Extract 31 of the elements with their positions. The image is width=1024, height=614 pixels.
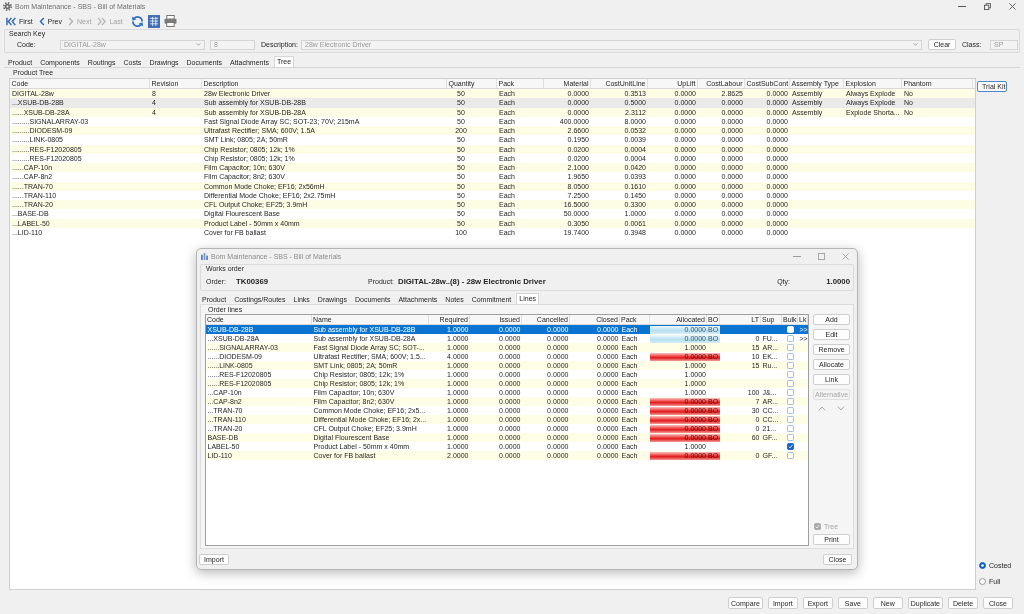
checkbox[interactable] [786, 434, 794, 441]
refresh-icon[interactable] [130, 14, 144, 28]
checkbox[interactable] [786, 443, 794, 450]
checkbox[interactable] [786, 407, 794, 414]
double-chevron-right-icon [97, 16, 107, 26]
chevron-right-icon [68, 16, 74, 26]
maximize-icon[interactable] [818, 252, 825, 260]
bar-chart-icon [201, 252, 208, 260]
restore-icon[interactable] [984, 3, 991, 10]
checkbox[interactable] [786, 371, 794, 378]
checkbox[interactable] [786, 389, 794, 396]
checkbox[interactable] [786, 398, 794, 405]
skip-back-icon [6, 16, 16, 26]
chevron-up-icon[interactable] [818, 406, 827, 411]
close-icon[interactable] [1009, 3, 1016, 10]
radio-icon[interactable] [979, 561, 986, 569]
checkbox[interactable] [786, 353, 794, 360]
printer-icon[interactable] [163, 15, 177, 27]
checkbox[interactable] [786, 344, 794, 351]
grid-icon[interactable] [147, 14, 160, 28]
chevron-left-icon [38, 16, 45, 26]
checkbox[interactable] [786, 452, 794, 459]
checkbox[interactable] [786, 335, 794, 342]
checkbox[interactable] [786, 380, 794, 387]
minimize-icon[interactable] [793, 255, 801, 257]
checkbox[interactable] [786, 416, 794, 423]
minimize-icon[interactable] [958, 6, 966, 7]
checkbox[interactable] [786, 425, 794, 432]
checkbox[interactable] [786, 362, 794, 369]
radio-icon[interactable] [979, 577, 986, 585]
chevron-down-icon[interactable] [836, 406, 845, 411]
